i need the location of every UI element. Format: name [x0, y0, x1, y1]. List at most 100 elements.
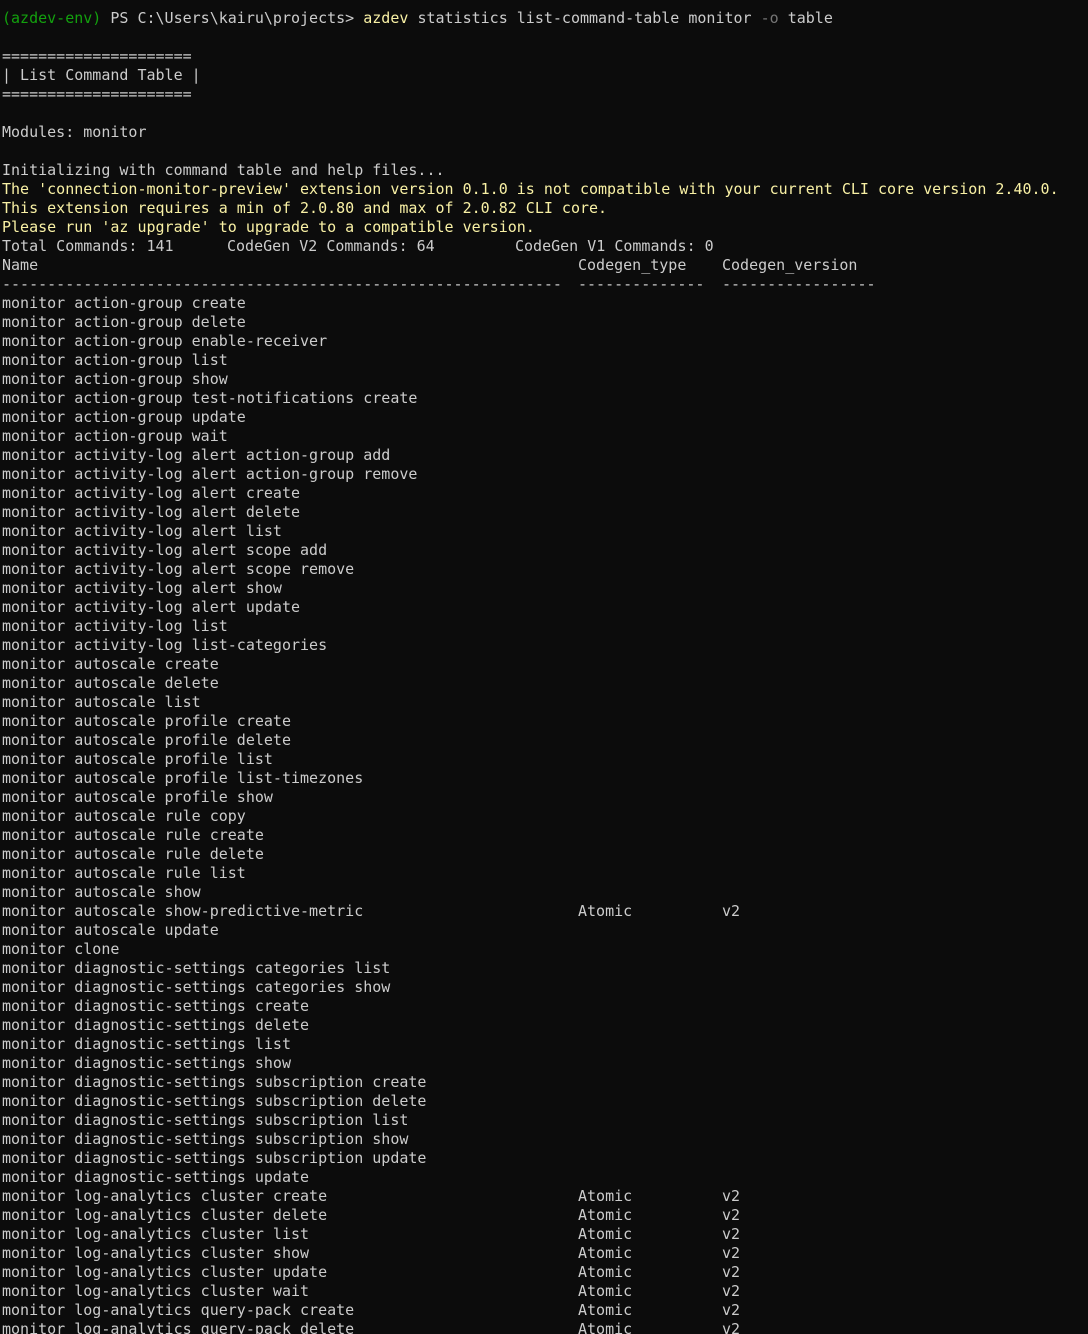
cell-codegen-version: v2	[722, 1225, 741, 1243]
table-row: monitor autoscale profile show	[2, 788, 1088, 807]
command-args: statistics list-command-table monitor	[417, 9, 752, 27]
cell-codegen-type: Atomic	[578, 1187, 633, 1205]
table-row: monitor action-group list	[2, 351, 1088, 370]
table-row: monitor diagnostic-settings delete	[2, 1016, 1088, 1035]
table-body: monitor action-group create monitor actio…	[2, 294, 1088, 1334]
cell-name: monitor action-group test-notifications …	[2, 389, 418, 407]
ps-prompt: PS C:\Users\kairu\projects>	[110, 9, 355, 27]
cell-name: monitor autoscale profile delete	[2, 731, 291, 749]
table-row: monitor activity-log list-categories	[2, 636, 1088, 655]
cell-name: monitor action-group enable-receiver	[2, 332, 328, 350]
cell-name: monitor autoscale profile create	[2, 712, 291, 730]
cell-name: monitor diagnostic-settings subscription…	[2, 1111, 409, 1129]
cell-name: monitor activity-log alert create	[2, 484, 301, 502]
cell-codegen-type: Atomic	[578, 1206, 633, 1224]
command-flag-value: table	[787, 9, 833, 27]
warning-line: This extension requires a min of 2.0.80 …	[2, 199, 608, 217]
prompt-line: (azdev-env) PS C:\Users\kairu\projects> …	[2, 9, 1088, 28]
command-flag: -o	[760, 9, 779, 27]
separator-codegen-type: --------------	[578, 275, 705, 293]
table-row: monitor autoscale profile create	[2, 712, 1088, 731]
table-row: monitor diagnostic-settings show	[2, 1054, 1088, 1073]
cell-name: monitor autoscale update	[2, 921, 219, 939]
cell-name: monitor diagnostic-settings subscription…	[2, 1073, 427, 1091]
warning-line: Please run 'az upgrade' to upgrade to a …	[2, 218, 535, 236]
cell-name: monitor action-group create	[2, 294, 246, 312]
table-row: monitor autoscale profile delete	[2, 731, 1088, 750]
table-row: monitor autoscale rule delete	[2, 845, 1088, 864]
cell-name: monitor autoscale delete	[2, 674, 219, 692]
table-row: monitor autoscale rule list	[2, 864, 1088, 883]
cell-name: monitor action-group wait	[2, 427, 228, 445]
total-commands: Total Commands: 141	[2, 237, 174, 255]
cell-codegen-type: Atomic	[578, 1225, 633, 1243]
cell-codegen-version: v2	[722, 1263, 741, 1281]
cell-codegen-version: v2	[722, 1301, 741, 1319]
table-row: monitor action-group enable-receiver	[2, 332, 1088, 351]
separator-codegen-version: -----------------	[722, 275, 876, 293]
table-row: monitor diagnostic-settings categories s…	[2, 978, 1088, 997]
cell-name: monitor diagnostic-settings show	[2, 1054, 291, 1072]
cell-name: monitor autoscale create	[2, 655, 219, 673]
table-row: monitor log-analytics cluster update Atom…	[2, 1263, 1088, 1282]
cell-name: monitor activity-log alert action-group …	[2, 446, 391, 464]
cell-name: monitor log-analytics cluster wait	[2, 1282, 310, 1300]
cell-name: monitor autoscale rule delete	[2, 845, 264, 863]
table-row: monitor autoscale show	[2, 883, 1088, 902]
table-row: monitor action-group delete	[2, 313, 1088, 332]
table-row: monitor activity-log alert scope add	[2, 541, 1088, 560]
cell-name: monitor activity-log alert show	[2, 579, 282, 597]
header-codegen-version: Codegen_version	[722, 256, 858, 274]
cell-name: monitor autoscale rule list	[2, 864, 246, 882]
cell-name: monitor autoscale profile list-timezones	[2, 769, 364, 787]
cell-name: monitor autoscale show	[2, 883, 201, 901]
cell-name: monitor action-group show	[2, 370, 228, 388]
table-row: monitor diagnostic-settings subscription…	[2, 1130, 1088, 1149]
cell-name: monitor diagnostic-settings update	[2, 1168, 310, 1186]
codegen-v1-commands: CodeGen V1 Commands: 0	[515, 237, 714, 255]
cell-name: monitor autoscale list	[2, 693, 201, 711]
table-row: monitor autoscale create	[2, 655, 1088, 674]
header-name: Name	[2, 256, 39, 274]
table-row: monitor activity-log alert show	[2, 579, 1088, 598]
table-row: monitor action-group test-notifications …	[2, 389, 1088, 408]
cell-name: monitor log-analytics cluster delete	[2, 1206, 328, 1224]
table-row: monitor diagnostic-settings subscription…	[2, 1111, 1088, 1130]
table-row: monitor autoscale list	[2, 693, 1088, 712]
stats-line: Total Commands: 141 CodeGen V2 Commands:…	[2, 237, 1088, 256]
cell-name: monitor diagnostic-settings categories s…	[2, 978, 391, 996]
cell-name: monitor diagnostic-settings categories l…	[2, 959, 391, 977]
cell-codegen-type: Atomic	[578, 1244, 633, 1262]
cell-name: monitor action-group delete	[2, 313, 246, 331]
cell-name: monitor autoscale profile show	[2, 788, 273, 806]
table-row: monitor autoscale profile list	[2, 750, 1088, 769]
cell-name: monitor log-analytics cluster update	[2, 1263, 328, 1281]
table-row: monitor autoscale profile list-timezones	[2, 769, 1088, 788]
table-row: monitor activity-log alert action-group …	[2, 446, 1088, 465]
table-row: monitor log-analytics query-pack create A…	[2, 1301, 1088, 1320]
terminal-window[interactable]: (azdev-env) PS C:\Users\kairu\projects> …	[0, 0, 1088, 1334]
table-row: monitor log-analytics cluster show Atomic…	[2, 1244, 1088, 1263]
cell-name: monitor diagnostic-settings delete	[2, 1016, 310, 1034]
cell-name: monitor autoscale rule copy	[2, 807, 246, 825]
table-row: monitor log-analytics cluster delete Atom…	[2, 1206, 1088, 1225]
cell-name: monitor autoscale profile list	[2, 750, 273, 768]
cell-name: monitor diagnostic-settings list	[2, 1035, 291, 1053]
command-executable: azdev	[363, 9, 409, 27]
cell-name: monitor autoscale show-predictive-metric	[2, 902, 364, 920]
table-row: monitor autoscale delete	[2, 674, 1088, 693]
cell-name: monitor activity-log list-categories	[2, 636, 328, 654]
table-row: monitor activity-log alert create	[2, 484, 1088, 503]
separator-name: ----------------------------------------…	[2, 275, 562, 293]
table-row: monitor autoscale rule create	[2, 826, 1088, 845]
cell-codegen-version: v2	[722, 1282, 741, 1300]
cell-name: monitor log-analytics cluster show	[2, 1244, 310, 1262]
table-row: monitor action-group create	[2, 294, 1088, 313]
table-row: monitor diagnostic-settings subscription…	[2, 1149, 1088, 1168]
cell-name: monitor activity-log alert update	[2, 598, 301, 616]
banner-bottom-rule: =====================	[2, 85, 192, 103]
venv-name: (azdev-env)	[2, 9, 102, 27]
cell-name: monitor activity-log list	[2, 617, 228, 635]
